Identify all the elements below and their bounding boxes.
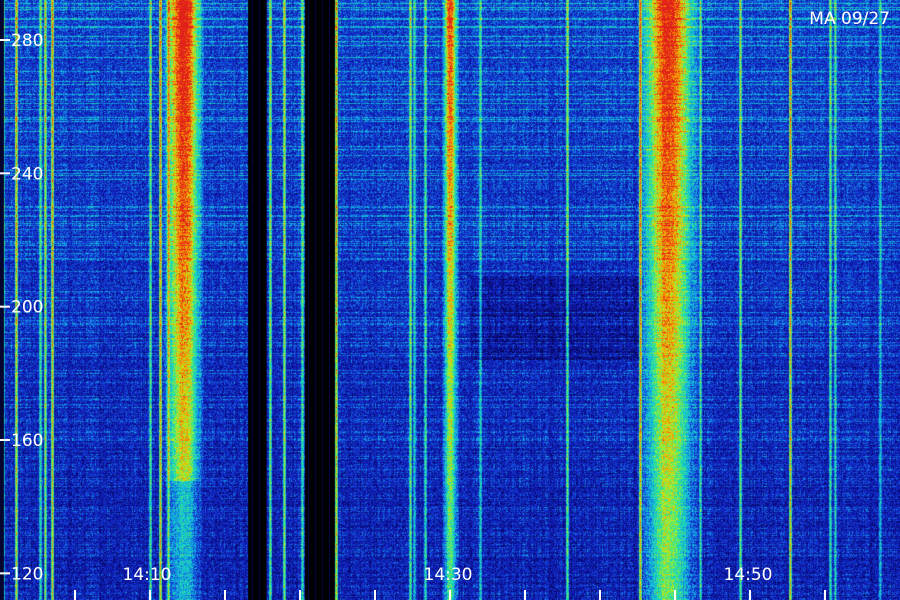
axes-overlay: MA 09/27 280 240 200 160 120 14:10 14:30 14:50 (0, 9, 890, 600)
x-axis: 14:10 14:30 14:50 (74, 565, 826, 600)
y-tick-mark (0, 439, 10, 441)
x-tick-mark (674, 590, 676, 600)
y-tick-label: 120 (11, 564, 43, 584)
x-tick-mark (74, 590, 76, 600)
x-tick-label: 14:50 (724, 565, 773, 585)
x-tick-mark (824, 590, 826, 600)
x-tick-mark (599, 590, 601, 600)
x-tick-mark (749, 590, 751, 600)
y-axis: 280 240 200 160 120 (0, 31, 43, 584)
x-tick-mark (299, 590, 301, 600)
corner-label: MA 09/27 (809, 9, 890, 29)
x-tick-label: 14:30 (424, 565, 473, 585)
y-tick-label: 240 (11, 164, 43, 184)
y-tick-label: 160 (11, 431, 43, 451)
x-tick-mark (374, 590, 376, 600)
y-tick-mark (0, 572, 10, 575)
y-tick-mark (0, 172, 10, 175)
y-tick-label: 280 (11, 31, 43, 51)
x-tick-mark (149, 590, 151, 600)
y-tick-mark (0, 39, 10, 41)
x-tick-label: 14:10 (123, 565, 172, 585)
x-tick-mark (524, 590, 526, 600)
x-tick-mark (449, 590, 451, 600)
y-tick-mark (0, 305, 10, 308)
y-tick-label: 200 (11, 298, 43, 318)
x-tick-mark (224, 590, 226, 600)
